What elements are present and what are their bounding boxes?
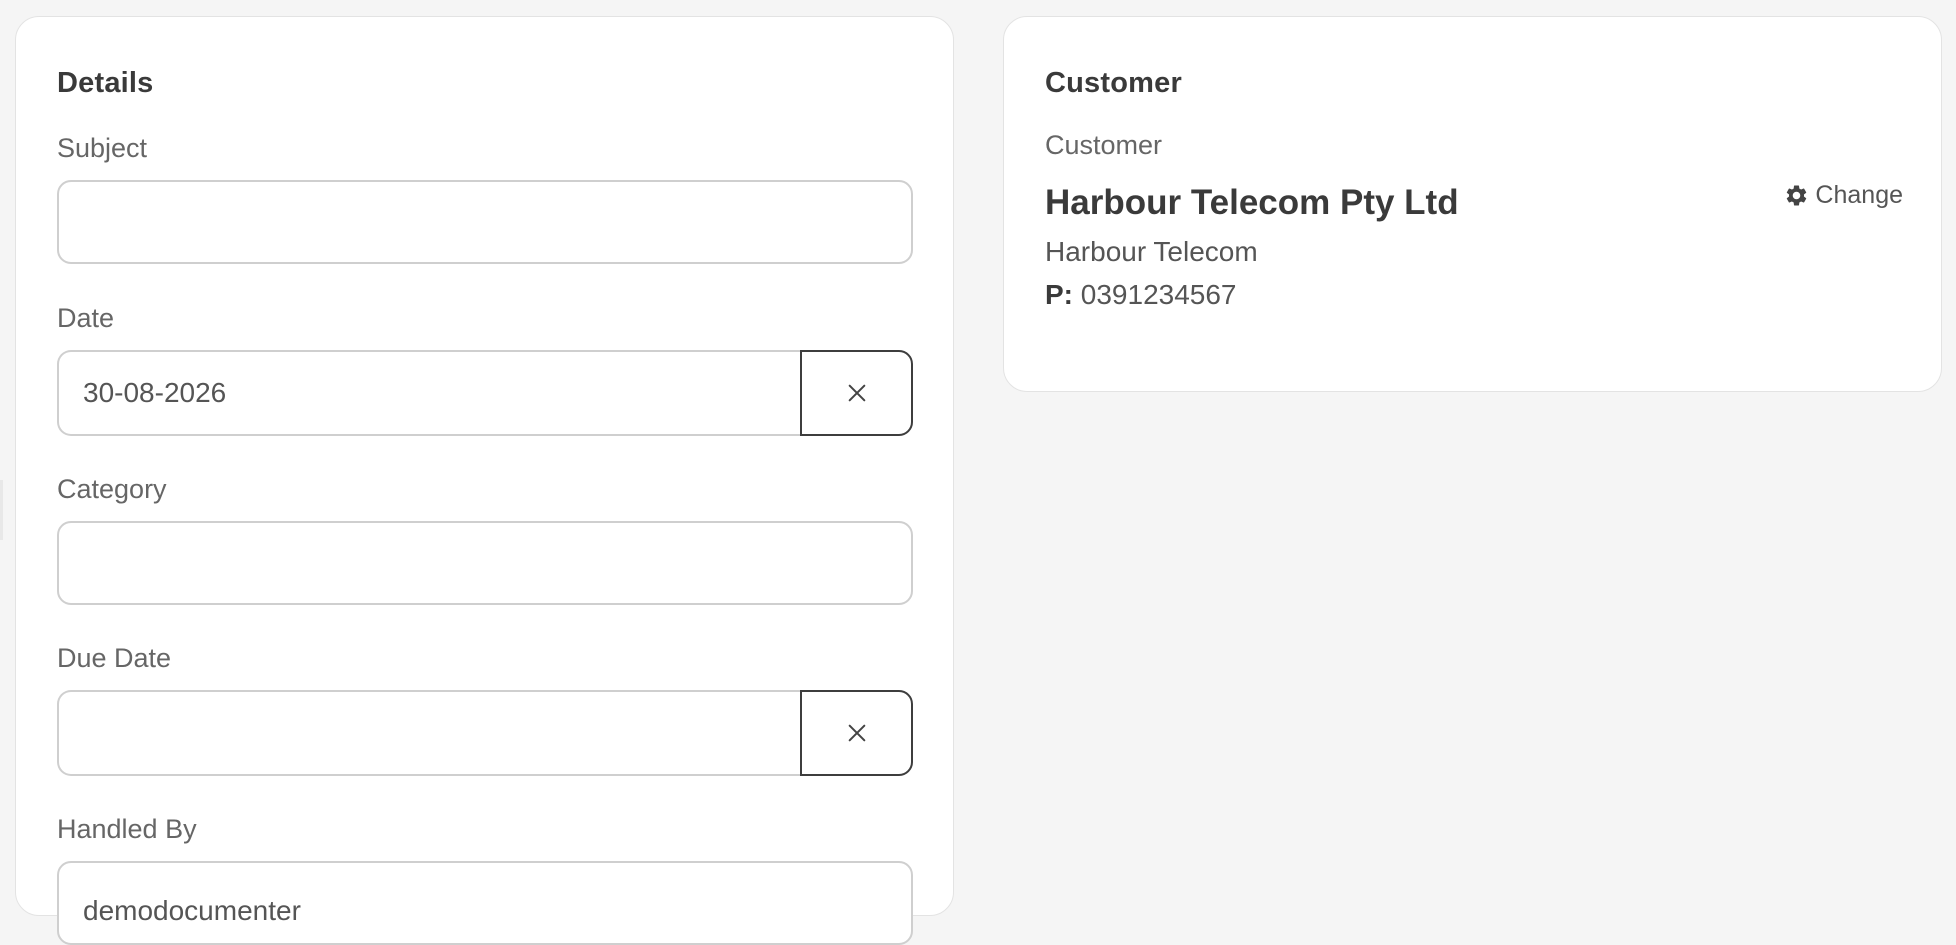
date-field: Date — [57, 303, 913, 436]
clear-date-button[interactable] — [800, 350, 913, 436]
date-input[interactable] — [57, 350, 801, 436]
details-card-title: Details — [57, 67, 154, 99]
subject-input[interactable] — [57, 180, 913, 264]
due-date-input[interactable] — [57, 690, 801, 776]
handled-by-field: Handled By — [57, 814, 913, 945]
change-label: Change — [1815, 181, 1903, 209]
customer-label: Customer — [1045, 130, 1163, 160]
phone-prefix: P: — [1045, 279, 1073, 310]
customer-trading-name: Harbour Telecom — [1045, 236, 1258, 267]
handled-by-label: Handled By — [57, 814, 197, 844]
category-field: Category — [57, 474, 913, 605]
date-label: Date — [57, 303, 115, 333]
close-icon — [848, 724, 865, 742]
close-icon — [848, 384, 865, 402]
due-date-label: Due Date — [57, 643, 172, 673]
category-label: Category — [57, 474, 167, 504]
customer-name: Harbour Telecom Pty Ltd — [1045, 183, 1459, 222]
change-customer-button[interactable]: Change — [1784, 181, 1903, 210]
due-date-field: Due Date — [57, 643, 913, 776]
gear-icon — [1787, 185, 1807, 206]
customer-card: Customer Customer Harbour Telecom Pty Lt… — [1003, 16, 1942, 392]
category-input[interactable] — [57, 521, 913, 605]
subject-label: Subject — [57, 133, 148, 163]
phone-number: 0391234567 — [1080, 279, 1237, 310]
sidebar-edge — [0, 480, 3, 540]
customer-phone: P: 0391234567 — [1045, 279, 1237, 311]
details-card: Details Subject Date Category Due Date — [15, 16, 954, 945]
due-date-input-group — [57, 690, 913, 776]
date-input-group — [57, 350, 913, 436]
customer-card-title: Customer — [1045, 67, 1182, 99]
handled-by-input[interactable] — [57, 861, 913, 945]
clear-due-date-button[interactable] — [800, 690, 913, 776]
subject-field: Subject — [57, 133, 913, 264]
